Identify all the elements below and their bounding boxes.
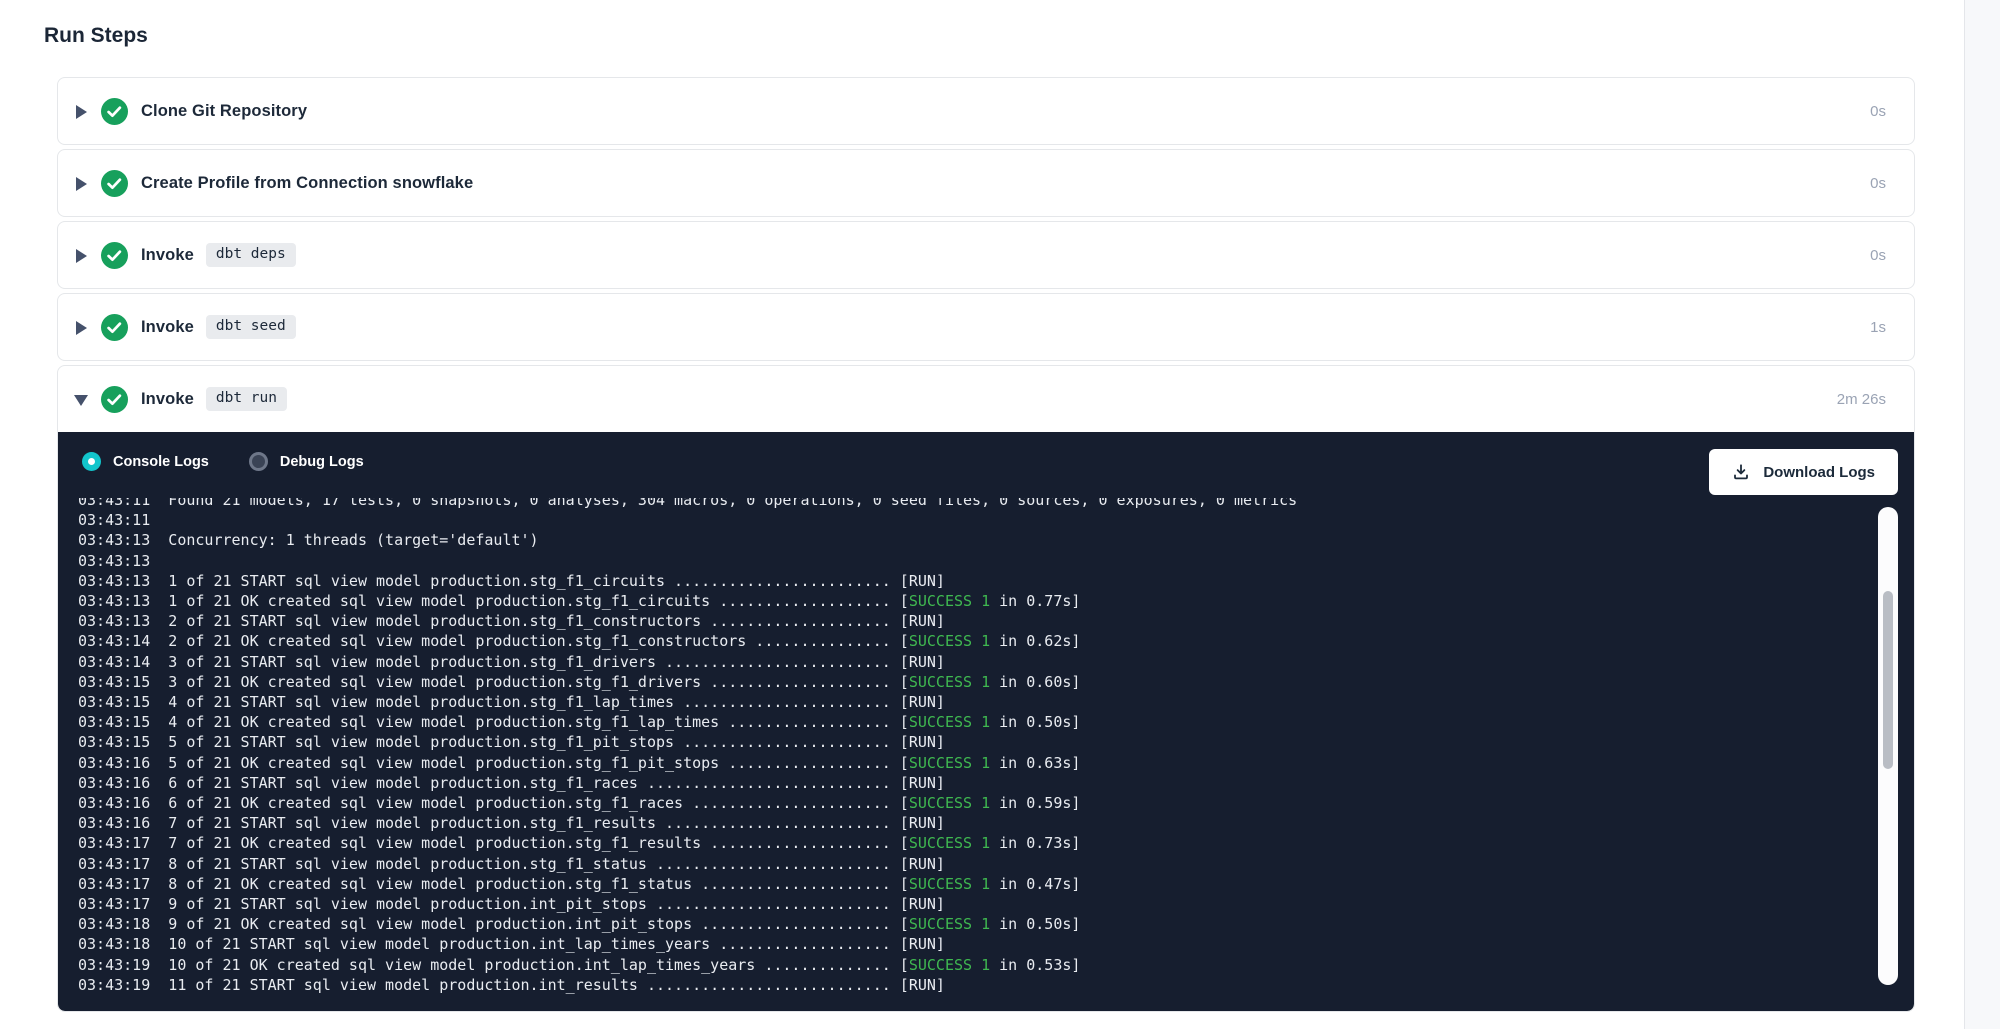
log-line: 03:43:15 4 of 21 START sql view model pr…	[78, 692, 1866, 712]
step-header-dbt-seed[interactable]: Invoke dbt seed 1s	[58, 294, 1914, 360]
step-command-badge: dbt run	[206, 387, 287, 411]
log-lines: 03:43:11 Found 21 models, 17 tests, 0 sn…	[78, 498, 1866, 995]
log-line: 03:43:13	[78, 551, 1866, 571]
console-log-panel: Console Logs Debug Logs Download Logs 03…	[58, 432, 1914, 1011]
log-line: 03:43:17 8 of 21 START sql view model pr…	[78, 854, 1866, 874]
step-card-dbt-seed: Invoke dbt seed 1s	[57, 293, 1915, 361]
log-line: 03:43:17 8 of 21 OK created sql view mod…	[78, 874, 1866, 894]
log-line: 03:43:16 6 of 21 OK created sql view mod…	[78, 793, 1866, 813]
log-viewport[interactable]: 03:43:11 Found 21 models, 17 tests, 0 sn…	[78, 498, 1866, 997]
log-line: 03:43:16 5 of 21 OK created sql view mod…	[78, 753, 1866, 773]
chevron-right-icon[interactable]	[74, 176, 89, 191]
log-line: 03:43:19 10 of 21 OK created sql view mo…	[78, 955, 1866, 975]
log-line: 03:43:17 7 of 21 OK created sql view mod…	[78, 833, 1866, 853]
chevron-right-icon[interactable]	[74, 320, 89, 335]
step-duration: 2m 26s	[1837, 391, 1886, 408]
console-logs-label[interactable]: Console Logs	[113, 454, 209, 470]
radio-selected-icon[interactable]	[82, 452, 101, 471]
log-line: 03:43:11	[78, 510, 1866, 530]
log-line: 03:43:11 Found 21 models, 17 tests, 0 sn…	[78, 498, 1866, 510]
step-card-dbt-deps: Invoke dbt deps 0s	[57, 221, 1915, 289]
log-line: 03:43:16 7 of 21 START sql view model pr…	[78, 813, 1866, 833]
step-duration: 0s	[1870, 103, 1886, 120]
step-header-clone-git[interactable]: Clone Git Repository 0s	[58, 78, 1914, 144]
step-title: Invoke	[141, 246, 194, 265]
step-header-dbt-run[interactable]: Invoke dbt run 2m 26s	[58, 366, 1914, 432]
step-title: Create Profile from Connection snowflake	[141, 174, 473, 193]
download-icon	[1732, 463, 1750, 481]
log-line: 03:43:13 1 of 21 START sql view model pr…	[78, 571, 1866, 591]
log-line: 03:43:18 10 of 21 START sql view model p…	[78, 934, 1866, 954]
log-type-radio-group: Console Logs Debug Logs	[58, 432, 1914, 471]
check-circle-icon	[101, 386, 128, 413]
step-duration: 0s	[1870, 247, 1886, 264]
log-scrollbar-thumb[interactable]	[1883, 591, 1893, 769]
log-line: 03:43:17 9 of 21 START sql view model pr…	[78, 894, 1866, 914]
log-line: 03:43:15 3 of 21 OK created sql view mod…	[78, 672, 1866, 692]
step-card-clone-git: Clone Git Repository 0s	[57, 77, 1915, 145]
step-command-badge: dbt seed	[206, 315, 296, 339]
check-circle-icon	[101, 242, 128, 269]
download-logs-label: Download Logs	[1763, 464, 1875, 481]
run-steps-page: Run Steps Clone Git Repository 0s	[0, 0, 2000, 1029]
console-logs-radio-option[interactable]: Console Logs	[82, 452, 209, 471]
download-logs-button[interactable]: Download Logs	[1709, 449, 1898, 495]
check-circle-icon	[101, 314, 128, 341]
step-duration: 1s	[1870, 319, 1886, 336]
step-header-dbt-deps[interactable]: Invoke dbt deps 0s	[58, 222, 1914, 288]
step-card-create-profile: Create Profile from Connection snowflake…	[57, 149, 1915, 217]
log-line: 03:43:13 1 of 21 OK created sql view mod…	[78, 591, 1866, 611]
step-header-create-profile[interactable]: Create Profile from Connection snowflake…	[58, 150, 1914, 216]
radio-unselected-icon[interactable]	[249, 452, 268, 471]
step-title: Invoke	[141, 390, 194, 409]
log-line: 03:43:13 Concurrency: 1 threads (target=…	[78, 530, 1866, 550]
page-scrollbar-gutter[interactable]	[1964, 0, 2000, 1029]
log-line: 03:43:18 9 of 21 OK created sql view mod…	[78, 914, 1866, 934]
step-title: Invoke	[141, 318, 194, 337]
check-circle-icon	[101, 98, 128, 125]
run-steps-list: Clone Git Repository 0s Create Profile f…	[57, 77, 1915, 1012]
debug-logs-label[interactable]: Debug Logs	[280, 454, 364, 470]
log-line: 03:43:15 4 of 21 OK created sql view mod…	[78, 712, 1866, 732]
page-title: Run Steps	[44, 24, 148, 48]
log-line: 03:43:19 11 of 21 START sql view model p…	[78, 975, 1866, 995]
log-scrollbar-track[interactable]	[1878, 507, 1898, 985]
debug-logs-radio-option[interactable]: Debug Logs	[249, 452, 364, 471]
step-command-badge: dbt deps	[206, 243, 296, 267]
log-line: 03:43:14 2 of 21 OK created sql view mod…	[78, 631, 1866, 651]
step-title: Clone Git Repository	[141, 102, 307, 121]
check-circle-icon	[101, 170, 128, 197]
log-line: 03:43:16 6 of 21 START sql view model pr…	[78, 773, 1866, 793]
step-duration: 0s	[1870, 175, 1886, 192]
step-card-dbt-run: Invoke dbt run 2m 26s Console Logs Debug…	[57, 365, 1915, 1012]
chevron-right-icon[interactable]	[74, 248, 89, 263]
log-line: 03:43:13 2 of 21 START sql view model pr…	[78, 611, 1866, 631]
chevron-right-icon[interactable]	[74, 104, 89, 119]
log-line: 03:43:15 5 of 21 START sql view model pr…	[78, 732, 1866, 752]
log-line: 03:43:14 3 of 21 START sql view model pr…	[78, 652, 1866, 672]
chevron-down-icon[interactable]	[74, 392, 89, 407]
